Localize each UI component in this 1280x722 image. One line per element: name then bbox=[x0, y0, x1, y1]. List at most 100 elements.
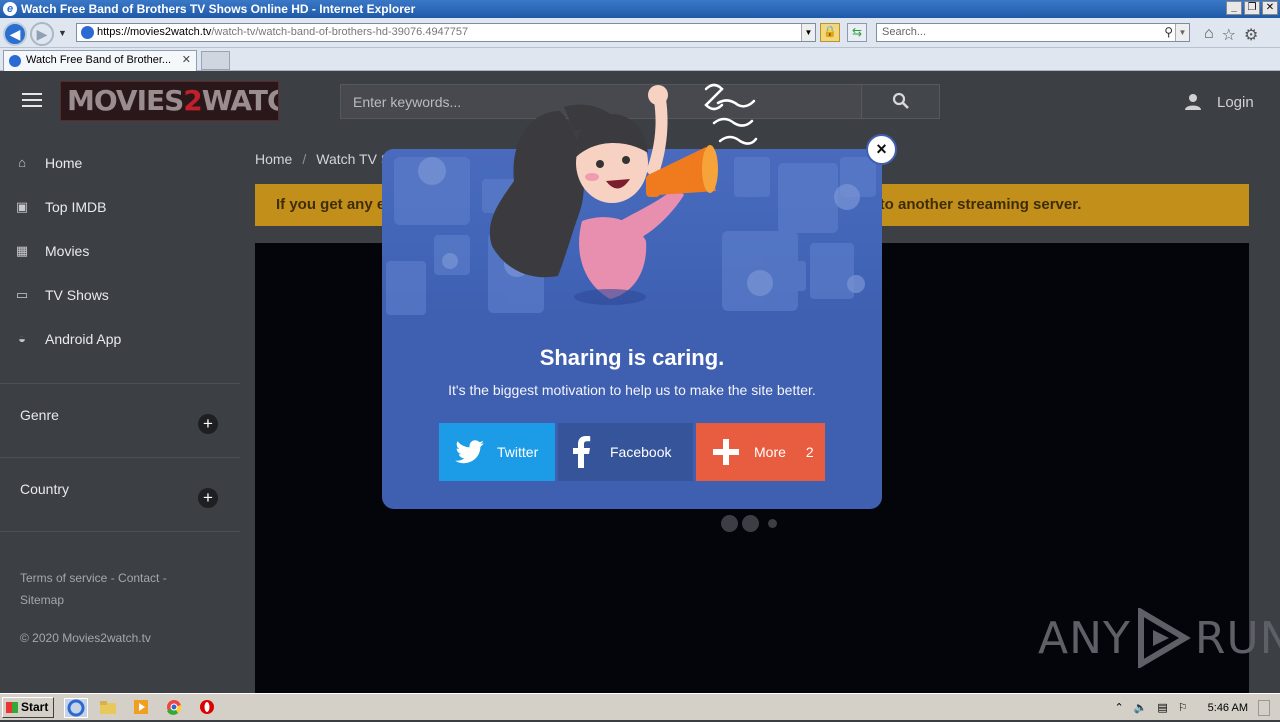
tray-expand-icon[interactable]: ⌃ bbox=[1114, 701, 1123, 714]
menu-icon[interactable] bbox=[22, 93, 42, 111]
forward-button[interactable]: ▶ bbox=[30, 22, 54, 46]
action-center-flag-icon[interactable]: ⚐ bbox=[1178, 701, 1188, 714]
group-label: Country bbox=[20, 481, 70, 497]
history-dropdown-icon[interactable]: ▼ bbox=[58, 28, 67, 38]
media-player-taskbar-icon[interactable] bbox=[130, 698, 154, 718]
share-more-button[interactable]: More 2 bbox=[696, 423, 825, 481]
close-window-button[interactable]: ✕ bbox=[1262, 1, 1278, 15]
modal-subtitle: It's the biggest motivation to help us t… bbox=[448, 382, 816, 398]
minimize-button[interactable]: _ bbox=[1226, 1, 1242, 15]
sidebar-item-android-app[interactable]: ◒ Android App bbox=[0, 317, 240, 361]
sidebar-item-top-imdb[interactable]: ▣ Top IMDB bbox=[0, 185, 240, 229]
restore-button[interactable]: ❐ bbox=[1244, 1, 1260, 15]
watermark-right: RUN bbox=[1194, 612, 1280, 664]
back-button[interactable]: ◀ bbox=[3, 22, 27, 46]
breadcrumb-home[interactable]: Home bbox=[255, 151, 292, 167]
sidebar-item-tv-shows[interactable]: ▭ TV Shows bbox=[0, 273, 240, 317]
loading-spinner bbox=[721, 515, 777, 532]
network-icon[interactable]: ▤ bbox=[1157, 701, 1167, 714]
copyright: © 2020 Movies2watch.tv bbox=[20, 631, 151, 645]
sitemap-link[interactable]: Sitemap bbox=[20, 593, 64, 607]
login-link[interactable]: Login bbox=[1184, 93, 1254, 111]
sidebar-item-label: Top IMDB bbox=[45, 199, 107, 215]
refresh-button[interactable]: ⇆ bbox=[847, 23, 867, 42]
notice-text-end: ch to another streaming server. bbox=[858, 196, 1082, 213]
site-logo[interactable]: MOVIES2WATCH bbox=[60, 81, 279, 121]
user-icon bbox=[1185, 94, 1201, 110]
lock-icon[interactable]: 🔒 bbox=[820, 23, 840, 42]
address-input[interactable]: https://movies2watch.tv/watch-tv/watch-b… bbox=[76, 23, 816, 42]
footer-links: Terms of service - Contact - Sitemap bbox=[20, 571, 167, 607]
url-host: https://movies2watch.tv bbox=[97, 26, 212, 38]
group-label: Genre bbox=[20, 407, 59, 423]
home-icon: ⌂ bbox=[18, 155, 26, 170]
ie-taskbar-icon[interactable] bbox=[64, 698, 88, 718]
sidebar-item-home[interactable]: ⌂ Home bbox=[0, 141, 240, 185]
share-twitter-label: Twitter bbox=[497, 444, 539, 460]
url-path: /watch-tv/watch-band-of-brothers-hd-3907… bbox=[211, 26, 469, 38]
start-label: Start bbox=[21, 700, 49, 714]
modal-title: Sharing is caring. bbox=[539, 345, 725, 370]
search-icon[interactable]: ⚲ bbox=[1164, 24, 1173, 41]
clock: 5:46 AM bbox=[1207, 701, 1248, 714]
expand-plus-icon[interactable]: + bbox=[198, 488, 218, 508]
modal-close-button[interactable]: × bbox=[866, 134, 897, 165]
sidebar-item-label: Android App bbox=[45, 331, 122, 347]
facebook-icon bbox=[573, 436, 591, 468]
home-icon[interactable]: ⌂ bbox=[1204, 25, 1214, 45]
ie-logo-icon: e bbox=[3, 2, 17, 16]
share-count: 2 bbox=[805, 444, 814, 460]
sidebar-item-label: TV Shows bbox=[45, 287, 109, 303]
twitter-icon bbox=[455, 440, 484, 464]
logo-text-left: MOVIES bbox=[67, 84, 184, 117]
logo-text-mid: 2 bbox=[183, 84, 203, 117]
browser-search-input[interactable]: Search... ⚲ ▼ bbox=[876, 23, 1190, 42]
show-desktop-button[interactable] bbox=[1258, 699, 1270, 716]
window-title: Watch Free Band of Brothers TV Shows Onl… bbox=[21, 2, 416, 16]
address-toolbar: ◀ ▶ ▼ https://movies2watch.tv/watch-tv/w… bbox=[0, 18, 1280, 48]
sidebar-group-genre[interactable]: Genre + bbox=[0, 384, 240, 458]
notice-text-start: If you get any e bbox=[276, 196, 386, 213]
contact-link[interactable]: Contact bbox=[118, 571, 159, 585]
tab-favicon-icon bbox=[9, 55, 21, 67]
sidebar-item-label: Movies bbox=[45, 243, 90, 259]
sidebar: ⌂ Home ▣ Top IMDB ▦ Movies ▭ TV Shows ◒ … bbox=[0, 141, 240, 532]
taskbar: Start ⌃ 🔈 ▤ ⚐ 5:46 AM bbox=[0, 693, 1280, 720]
volume-icon[interactable]: 🔈 bbox=[1134, 701, 1148, 714]
opera-taskbar-icon[interactable] bbox=[196, 698, 220, 718]
address-dropdown-icon[interactable]: ▼ bbox=[801, 24, 815, 41]
breadcrumb: Home / Watch TV S bbox=[255, 151, 391, 167]
plus-icon bbox=[713, 439, 739, 465]
tab-title: Watch Free Band of Brother... bbox=[26, 54, 172, 66]
terms-link[interactable]: Terms of service bbox=[20, 571, 107, 585]
tab-strip: Watch Free Band of Brother... ✕ bbox=[0, 48, 1280, 71]
sidebar-group-country[interactable]: Country + bbox=[0, 458, 240, 532]
anyrun-watermark: ANY RUN bbox=[1038, 608, 1280, 668]
film-icon: ▦ bbox=[15, 243, 29, 258]
folder-taskbar-icon[interactable] bbox=[97, 698, 121, 718]
imdb-icon: ▣ bbox=[15, 199, 29, 214]
browser-toolbar-icons: ⌂ ☆ ⚙ bbox=[1204, 25, 1258, 45]
share-twitter-button[interactable]: Twitter bbox=[439, 423, 555, 481]
new-tab-button[interactable] bbox=[201, 51, 230, 70]
window-titlebar: e Watch Free Band of Brothers TV Shows O… bbox=[0, 0, 1280, 18]
logo-text-right: WATCH bbox=[201, 84, 278, 117]
breadcrumb-current[interactable]: Watch TV S bbox=[316, 151, 390, 167]
browser-search-placeholder: Search... bbox=[882, 26, 927, 38]
sidebar-item-movies[interactable]: ▦ Movies bbox=[0, 229, 240, 273]
login-label: Login bbox=[1217, 93, 1254, 111]
windows-logo-icon bbox=[6, 702, 18, 713]
play-logo-icon bbox=[1137, 608, 1191, 668]
share-facebook-label: Facebook bbox=[610, 444, 672, 460]
search-dropdown-icon[interactable]: ▼ bbox=[1175, 24, 1189, 41]
favorites-star-icon[interactable]: ☆ bbox=[1222, 25, 1236, 45]
settings-gear-icon[interactable]: ⚙ bbox=[1244, 25, 1258, 45]
share-facebook-button[interactable]: Facebook bbox=[558, 423, 693, 481]
android-icon: ◒ bbox=[18, 331, 26, 346]
start-button[interactable]: Start bbox=[2, 697, 54, 718]
site-search-button[interactable] bbox=[861, 85, 939, 118]
tab-active[interactable]: Watch Free Band of Brother... ✕ bbox=[3, 50, 197, 71]
tab-close-icon[interactable]: ✕ bbox=[182, 51, 191, 70]
expand-plus-icon[interactable]: + bbox=[198, 414, 218, 434]
chrome-taskbar-icon[interactable] bbox=[163, 698, 187, 718]
